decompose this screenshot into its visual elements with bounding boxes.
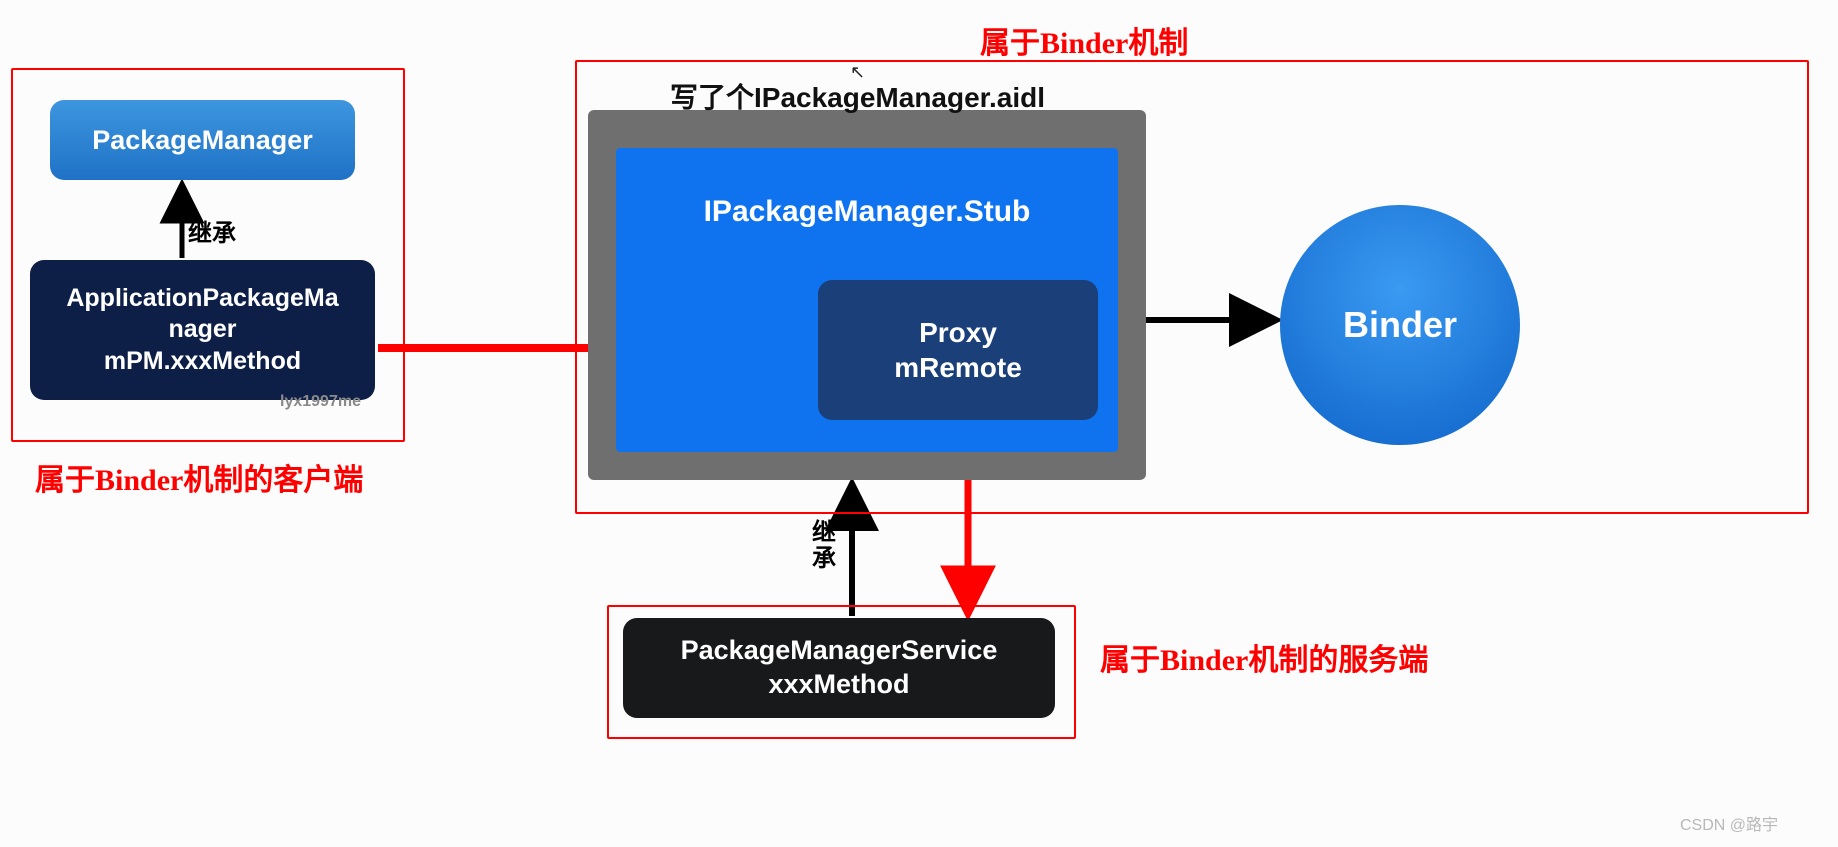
proxy-line1: Proxy [919, 315, 997, 350]
watermark: lyx1997me [280, 393, 361, 411]
pms-line2: xxxMethod [768, 668, 909, 702]
package-manager-service-box: PackageManagerService xxxMethod [623, 618, 1055, 718]
apm-line3: mPM.xxxMethod [104, 346, 301, 377]
label-server: 属于Binder机制的服务端 [1100, 635, 1428, 679]
pms-line1: PackageManagerService [681, 634, 998, 668]
label-inherit-2: 继 承 [812, 520, 836, 573]
apm-line2: nager [168, 314, 236, 345]
inherit2-b: 承 [812, 546, 836, 572]
proxy-box: Proxy mRemote [818, 280, 1098, 420]
label-client: 属于Binder机制的客户端 [35, 455, 363, 499]
apm-line1: ApplicationPackageMa [66, 283, 338, 314]
footer-credit: CSDN @路宇 [1680, 811, 1778, 835]
inherit2-a: 继 [812, 520, 836, 546]
binder-circle: Binder [1280, 205, 1520, 445]
proxy-line2: mRemote [894, 350, 1022, 385]
stub-title: IPackageManager.Stub [616, 195, 1118, 229]
cursor-icon: ↖ [850, 62, 865, 83]
binder-label: Binder [1343, 304, 1457, 346]
application-package-manager-box: ApplicationPackageMa nager mPM.xxxMethod [30, 260, 375, 400]
label-binder-mechanism: 属于Binder机制 [980, 18, 1188, 62]
label-inherit-1: 继承 [188, 213, 236, 248]
package-manager-box: PackageManager [50, 100, 355, 180]
diagram-canvas: { "labels": { "binder_top": "属于Binder机制"… [0, 0, 1838, 847]
package-manager-label: PackageManager [92, 125, 313, 156]
